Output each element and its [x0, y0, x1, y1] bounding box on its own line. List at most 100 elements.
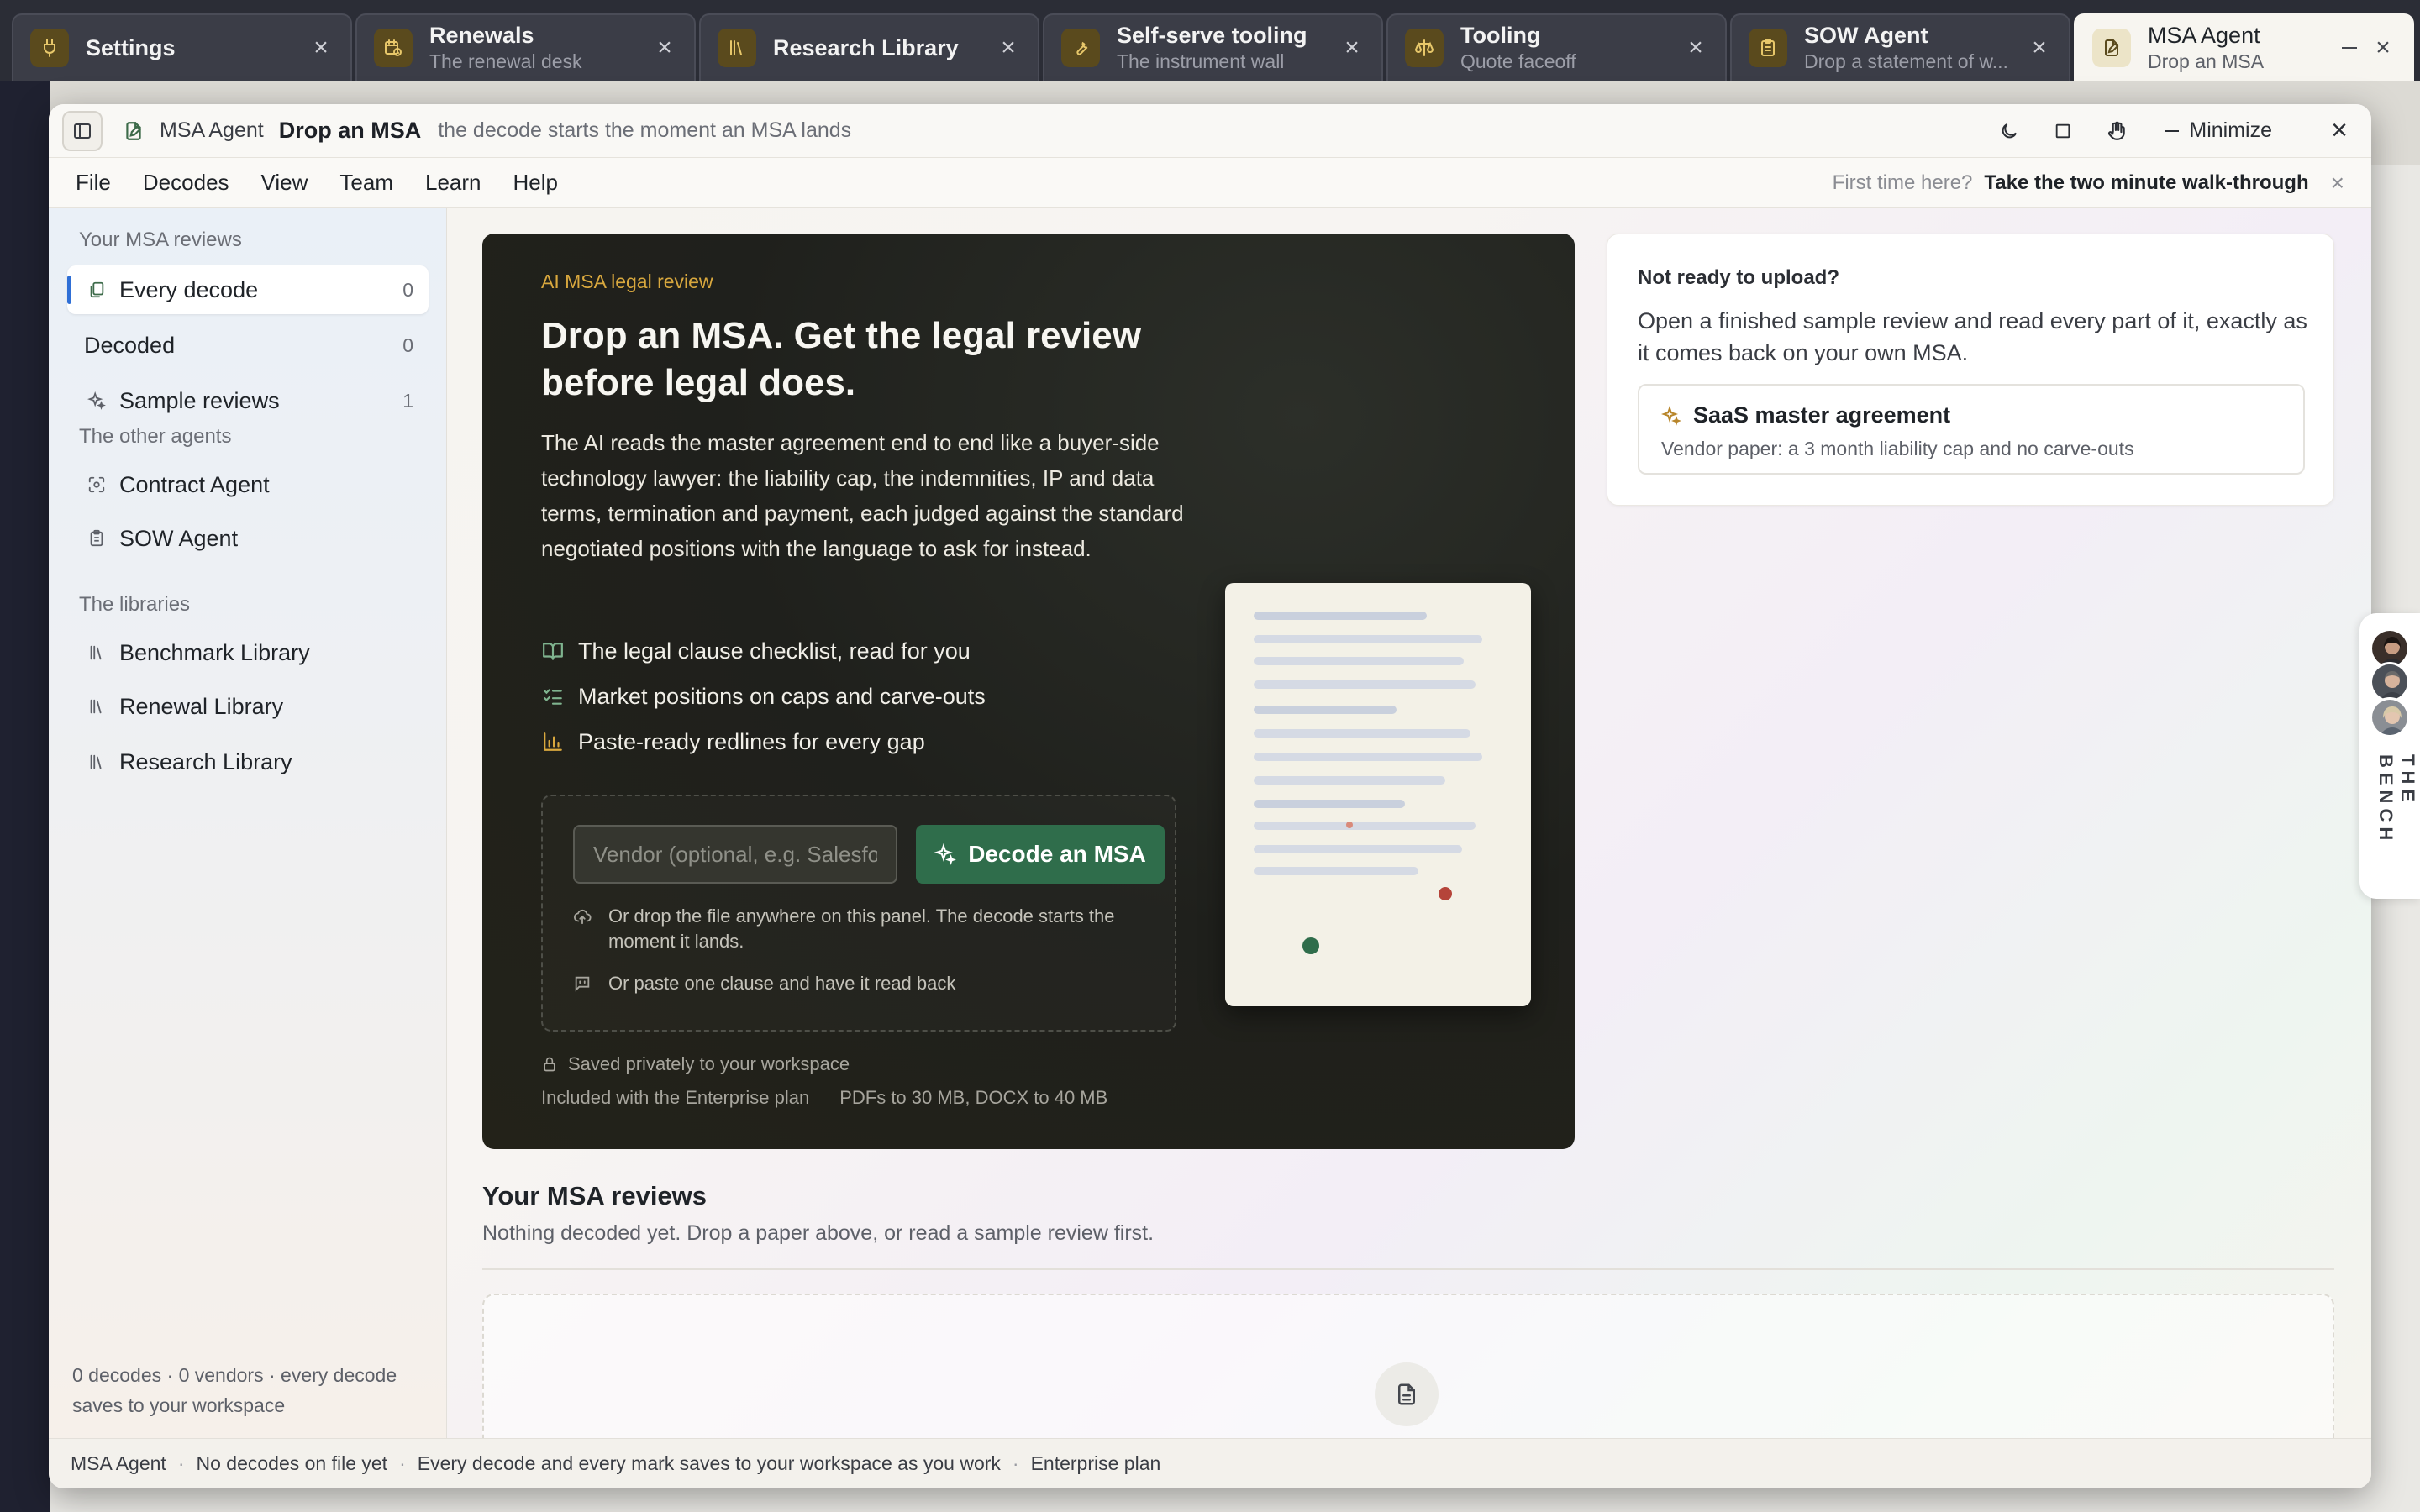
saved-privately-note: Saved privately to your workspace: [541, 1053, 850, 1075]
file-edit-icon: [2092, 29, 2131, 67]
sidebar-item-research-library[interactable]: Research Library: [67, 738, 429, 786]
hero-description: The AI reads the master agreement end to…: [541, 430, 1184, 561]
sidebar-item-count: 0: [402, 278, 413, 301]
walkthrough-link[interactable]: Take the two minute walk-through: [1984, 171, 2308, 195]
maximize-icon[interactable]: [2046, 114, 2080, 148]
menu-help[interactable]: Help: [513, 170, 558, 196]
sidebar-toggle-button[interactable]: [62, 110, 103, 151]
library-icon: [84, 640, 109, 665]
clipboard-icon: [84, 526, 109, 551]
walkthrough-question: First time here?: [1832, 171, 1973, 194]
paste-clause-option[interactable]: Or paste one clause and have it read bac…: [573, 971, 1144, 996]
feature-item: The legal clause checklist, read for you: [541, 628, 986, 674]
file-edit-icon: [123, 120, 145, 142]
library-icon: [84, 749, 109, 774]
tab-subtitle: Drop a statement of w...: [1804, 50, 2008, 72]
list-checks-icon: [541, 685, 565, 707]
tab-close-icon[interactable]: ×: [996, 34, 1021, 61]
tab-close-icon[interactable]: ×: [308, 34, 334, 61]
upload-hero-panel[interactable]: AI MSA legal review Drop an MSA. Get the…: [482, 234, 1575, 1149]
hand-icon[interactable]: [2100, 114, 2133, 148]
reviews-empty-state: Nothing decoded yet. Drop a paper above,…: [482, 1221, 1155, 1245]
sample-item-subtitle: Vendor paper: a 3 month liability cap an…: [1661, 438, 2134, 459]
tab-minimize-icon[interactable]: [2337, 35, 2362, 60]
menu-file[interactable]: File: [76, 170, 111, 196]
decode-button-label: Decode an MSA: [968, 841, 1146, 867]
sample-item-title: SaaS master agreement: [1693, 402, 1951, 428]
tab-self-serve-tooling[interactable]: Self-serve tooling The instrument wall ×: [1043, 13, 1383, 81]
saved-privately-text: Saved privately to your workspace: [568, 1053, 850, 1074]
tab-sow-agent[interactable]: SOW Agent Drop a statement of w... ×: [1730, 13, 2070, 81]
sidebar-item-sample-reviews[interactable]: Sample reviews 1: [67, 376, 429, 425]
sidebar-item-label: Contract Agent: [119, 471, 270, 497]
decode-msa-button[interactable]: Decode an MSA: [916, 825, 1165, 884]
sidebar-item-label: Benchmark Library: [119, 639, 310, 665]
sidebar-item-sow-agent[interactable]: SOW Agent: [67, 514, 429, 563]
menu-team[interactable]: Team: [339, 170, 393, 196]
tab-msa-agent[interactable]: MSA Agent Drop an MSA ×: [2074, 13, 2414, 81]
status-decodes: No decodes on file yet: [196, 1452, 388, 1474]
tab-title: MSA Agent: [2148, 23, 2260, 48]
tab-close-icon[interactable]: ×: [2027, 34, 2052, 61]
feature-item: Paste-ready redlines for every gap: [541, 719, 986, 764]
scan-icon: [84, 472, 109, 497]
reviews-heading: Your MSA reviews: [482, 1181, 708, 1210]
feature-list: The legal clause checklist, read for you…: [541, 628, 986, 764]
moon-icon[interactable]: [1992, 114, 2026, 148]
book-open-icon: [541, 640, 565, 662]
menu-bar: File Decodes View Team Learn Help First …: [49, 158, 2371, 208]
tab-research-library[interactable]: Research Library ×: [699, 13, 1039, 81]
library-icon: [718, 29, 756, 67]
title-bar: MSA Agent Drop an MSA the decode starts …: [49, 104, 2371, 158]
sidebar-item-label: SOW Agent: [119, 525, 239, 551]
vendor-input[interactable]: [573, 825, 897, 884]
drop-file-text: Or drop the file anywhere on this panel.…: [608, 906, 1115, 952]
tab-settings[interactable]: Settings ×: [12, 13, 352, 81]
sidebar-section-agents: The other agents: [79, 425, 232, 448]
sidebar-item-every-decode[interactable]: Every decode 0: [67, 265, 429, 314]
dismiss-walkthrough-icon[interactable]: ×: [2331, 170, 2344, 197]
window-title: Drop an MSA: [278, 118, 422, 143]
menu-view[interactable]: View: [261, 170, 308, 196]
tab-close-icon[interactable]: ×: [1339, 34, 1365, 61]
sidebar-item-label: Renewal Library: [119, 693, 284, 719]
status-bar: MSA Agent · No decodes on file yet · Eve…: [49, 1438, 2371, 1488]
sidebar: Your MSA reviews Every decode 0 Decoded …: [49, 208, 447, 1438]
clipboard-icon: [1749, 29, 1787, 67]
menu-learn[interactable]: Learn: [425, 170, 481, 196]
sidebar-item-decoded[interactable]: Decoded 0: [67, 321, 429, 370]
the-bench-panel-tab[interactable]: THE BENCH: [2360, 613, 2420, 899]
tab-close-icon[interactable]: ×: [2370, 34, 2396, 61]
scale-icon: [1405, 29, 1444, 67]
sidebar-item-contract-agent[interactable]: Contract Agent: [67, 460, 429, 509]
tab-close-icon[interactable]: ×: [1683, 34, 1708, 61]
tab-strip: Settings × Renewals The renewal desk × R…: [0, 0, 2420, 81]
menu-decodes[interactable]: Decodes: [143, 170, 229, 196]
tab-title: SOW Agent: [1804, 23, 1928, 48]
status-saves: Every decode and every mark saves to you…: [417, 1452, 1001, 1474]
sidebar-section-reviews: Your MSA reviews: [79, 228, 242, 251]
feature-text: Paste-ready redlines for every gap: [578, 728, 925, 754]
library-icon: [84, 694, 109, 719]
tab-subtitle: The instrument wall: [1117, 50, 1285, 72]
sidebar-item-benchmark-library[interactable]: Benchmark Library: [67, 628, 429, 677]
divider: [482, 1268, 2334, 1270]
window-subtitle: the decode starts the moment an MSA land…: [438, 118, 852, 142]
calendar-clock-icon: [374, 29, 413, 67]
sidebar-item-renewal-library[interactable]: Renewal Library: [67, 682, 429, 731]
sidebar-section-libraries: The libraries: [79, 593, 191, 616]
tab-tooling[interactable]: Tooling Quote faceoff ×: [1386, 13, 1727, 81]
sample-card-title: Not ready to upload?: [1638, 266, 1839, 289]
file-dropzone[interactable]: Decode an MSA Or drop the file anywhere …: [541, 795, 1176, 1032]
tab-renewals[interactable]: Renewals The renewal desk ×: [355, 13, 696, 81]
tab-title: Research Library: [773, 34, 959, 60]
window-app-name: MSA Agent: [160, 118, 264, 142]
close-window-button[interactable]: ×: [2321, 113, 2358, 150]
sparkles-icon: [84, 388, 109, 413]
tab-close-icon[interactable]: ×: [652, 34, 677, 61]
minimize-button[interactable]: Minimize: [2154, 118, 2284, 143]
sparkles-icon: [1661, 405, 1681, 426]
tab-title: Renewals: [429, 23, 534, 48]
sample-review-item[interactable]: SaaS master agreement Vendor paper: a 3 …: [1638, 384, 2305, 475]
paste-clause-text: Or paste one clause and have it read bac…: [608, 973, 956, 994]
